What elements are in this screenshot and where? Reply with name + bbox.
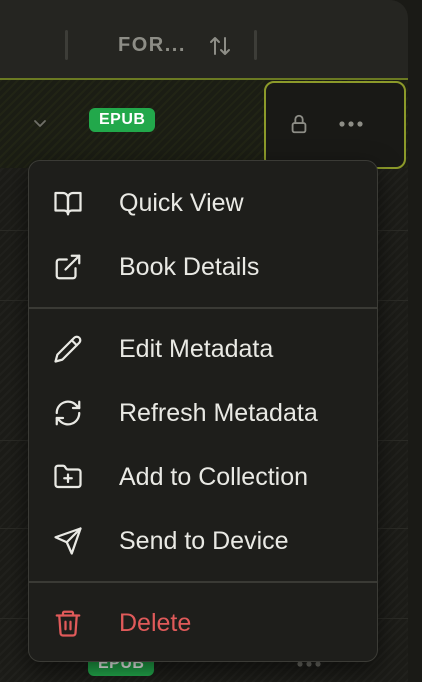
menu-divider [29, 307, 377, 309]
refresh-icon [55, 400, 81, 426]
column-separator[interactable] [65, 30, 68, 60]
menu-item-delete[interactable]: Delete [29, 593, 377, 653]
folder-plus-icon [54, 464, 82, 489]
menu-item-label: Send to Device [119, 527, 289, 555]
trash-icon [55, 610, 81, 637]
format-badge: EPUB [89, 108, 156, 132]
menu-item-label: Add to Collection [119, 463, 309, 491]
menu-item-label: Edit Metadata [119, 335, 274, 363]
lock-icon[interactable] [288, 113, 310, 135]
menu-item-label: Book Details [119, 253, 260, 281]
menu-item-refresh-metadata[interactable]: Refresh Metadata [29, 383, 377, 443]
menu-item-label: Quick View [119, 189, 244, 217]
external-link-icon [55, 254, 81, 280]
menu-item-quick-view[interactable]: Quick View [29, 173, 377, 233]
table-header: FOR... [0, 0, 408, 80]
format-column-header[interactable]: FOR... [118, 34, 186, 57]
menu-item-send-to-device[interactable]: Send to Device [29, 511, 377, 571]
menu-item-label: Refresh Metadata [119, 399, 318, 427]
menu-item-label: Delete [119, 609, 192, 637]
menu-item-edit-metadata[interactable]: Edit Metadata [29, 319, 377, 379]
column-separator[interactable] [254, 30, 257, 60]
chevron-down-icon[interactable] [32, 118, 48, 130]
send-icon [54, 527, 82, 555]
sort-arrows-icon[interactable] [208, 34, 232, 58]
menu-divider [29, 581, 377, 583]
row-actions-cell[interactable] [264, 81, 406, 169]
menu-item-add-to-collection[interactable]: Add to Collection [29, 447, 377, 507]
book-open-icon [54, 191, 82, 216]
menu-item-book-details[interactable]: Book Details [29, 237, 377, 297]
pencil-icon [54, 335, 82, 363]
more-horizontal-icon[interactable] [338, 120, 364, 128]
context-menu: Quick View Book Details Edit Metadata Re… [28, 160, 378, 662]
